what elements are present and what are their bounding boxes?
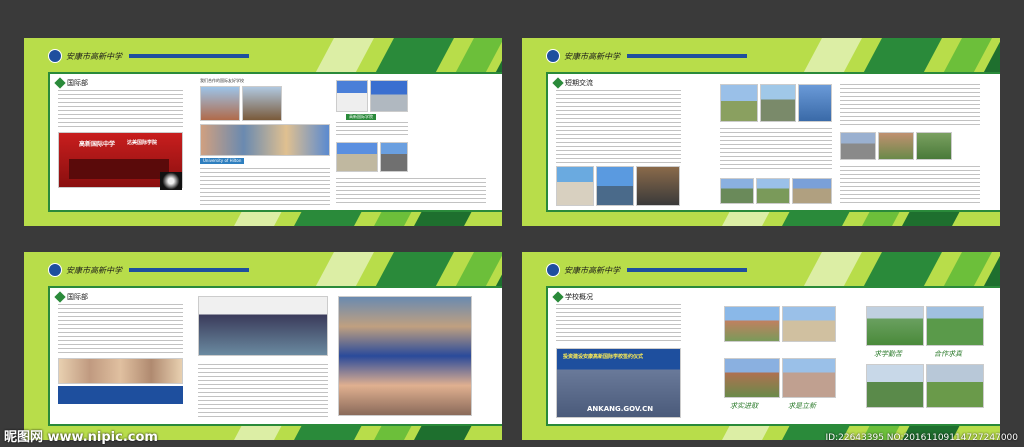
content-board: 国际部 [48, 286, 502, 426]
campus-garden-photo-3 [866, 364, 924, 408]
campus-garden-photo-2 [926, 306, 984, 346]
school-name: 安康市高新中学 [66, 51, 122, 61]
exchange-photo-5 [760, 84, 796, 122]
panel-exchange: 安康市高新中学 短期交流 [522, 38, 1000, 226]
section-title: 学校概况 [552, 291, 593, 303]
text-paragraph [556, 304, 681, 344]
diamond-icon [54, 77, 66, 89]
exchange-photo-3 [636, 166, 680, 206]
exchange-photo-6 [798, 84, 832, 122]
photo-caption: 高新国际学院 [346, 114, 376, 120]
building-photo-3 [336, 142, 378, 172]
text-paragraph [336, 178, 486, 204]
content-board: 国际部 高新国际中学 达美国际学院 我们合作的国际友好学校 University… [48, 72, 502, 212]
section-title: 国际部 [54, 291, 88, 303]
diamond-icon [54, 291, 66, 303]
calligraphy-text: 求是立新 [788, 402, 816, 410]
subtitle: 我们合作的国际友好学校 [200, 78, 244, 83]
school-logo: 安康市高新中学 [546, 262, 620, 278]
building-photo-4 [380, 142, 408, 172]
text-paragraph [840, 166, 980, 206]
header-bar [627, 54, 747, 58]
text-paragraph [58, 304, 183, 354]
panel-overview: 安康市高新中学 学校概况 投资建设安康高新国际学校签约仪式 ANKANG.GOV… [522, 252, 1000, 440]
building-photo-2 [370, 80, 408, 112]
activity-photos-collage [338, 296, 472, 416]
website-url: ANKANG.GOV.CN [587, 405, 654, 413]
header-bar [627, 268, 747, 272]
calligraphy-text: 求学勤苦 [874, 350, 902, 358]
signing-ceremony-photo: 投资建设安康高新国际学校签约仪式 ANKANG.GOV.CN [556, 348, 681, 418]
watermark-nipic: 昵图网 www.nipic.com [4, 430, 158, 445]
exchange-photo-8 [756, 178, 790, 204]
campus-photo-3 [724, 358, 780, 398]
text-paragraph [336, 122, 408, 138]
school-emblem-icon [546, 263, 560, 277]
header-bar [129, 268, 249, 272]
group-photo [198, 296, 328, 356]
photo-caption: University of Hilton [200, 158, 245, 164]
calligraphy-text: 求实进取 [730, 402, 758, 410]
diamond-icon [552, 77, 564, 89]
exchange-photo-10 [840, 132, 876, 160]
text-paragraph [58, 90, 183, 130]
teacher-info-bar [58, 386, 183, 404]
school-logo: 安康市高新中学 [48, 48, 122, 64]
campus-photo-2 [782, 306, 836, 342]
teacher-portraits [58, 358, 183, 384]
text-paragraph [840, 84, 980, 128]
content-board: 短期交流 [546, 72, 1000, 212]
campus-photo-1 [724, 306, 780, 342]
panel-international-2: 安康市高新中学 国际部 [24, 252, 502, 440]
school-logo: 安康市高新中学 [546, 48, 620, 64]
exchange-photo-11 [878, 132, 914, 160]
school-logo: 安康市高新中学 [48, 262, 122, 278]
content-board: 学校概况 投资建设安康高新国际学校签约仪式 ANKANG.GOV.CN 求实进取… [546, 286, 1000, 426]
exchange-photo-1 [556, 166, 594, 206]
building-photo-1 [336, 80, 368, 112]
pavilion-photo [926, 364, 984, 408]
exchange-photo-7 [720, 178, 754, 204]
exchange-photo-2 [596, 166, 634, 206]
school-emblem-icon [48, 263, 62, 277]
section-title: 短期交流 [552, 77, 593, 89]
text-paragraph [198, 364, 328, 420]
watermark-id: ID:22643395 NO:20161109114727247000 [825, 433, 1019, 443]
spotlight-icon [160, 172, 182, 190]
header-bar [129, 54, 249, 58]
text-paragraph [556, 90, 681, 164]
campus-photo-4 [782, 358, 836, 398]
campus-garden-photo-1 [866, 306, 924, 346]
school-emblem-icon [48, 49, 62, 63]
section-title: 国际部 [54, 77, 88, 89]
exchange-photo-12 [916, 132, 952, 160]
text-paragraph [200, 168, 330, 206]
diamond-icon [552, 291, 564, 303]
student-photos-strip [200, 124, 330, 156]
school-emblem-icon [546, 49, 560, 63]
campus-photo-1 [200, 86, 240, 121]
calligraphy-text: 合作求真 [934, 350, 962, 358]
exchange-photo-9 [792, 178, 832, 204]
text-paragraph [720, 128, 832, 170]
campus-photo-2 [242, 86, 282, 121]
exchange-photo-4 [720, 84, 758, 122]
panel-international: 安康市高新中学 国际部 高新国际中学 达美国际学院 我们合作的国际友好学校 Un… [24, 38, 502, 226]
